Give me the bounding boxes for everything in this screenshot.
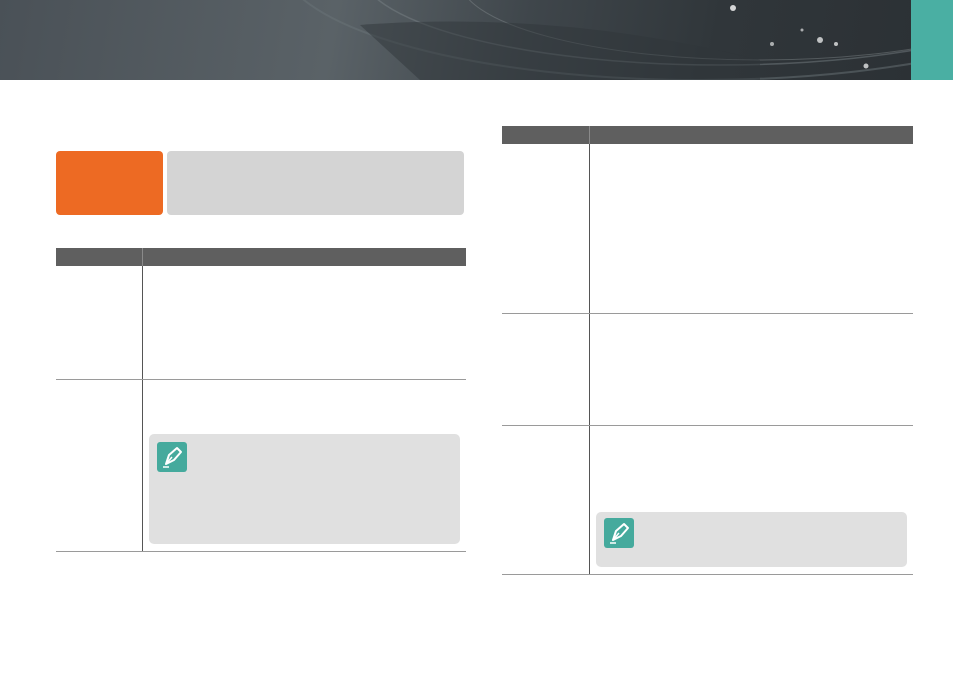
left-table-row-separator — [56, 379, 466, 380]
right-table-bottom-border — [502, 574, 913, 575]
chapter-tab[interactable] — [911, 0, 953, 80]
section-label-box — [56, 151, 163, 215]
pen-note-icon — [604, 518, 634, 548]
right-table-note — [596, 512, 907, 567]
right-table — [502, 126, 913, 575]
header-decoration — [302, 0, 953, 80]
header-banner — [0, 0, 953, 80]
left-table — [56, 248, 466, 552]
right-table-row-separator — [502, 425, 913, 426]
right-table-header — [502, 126, 913, 144]
pen-note-icon — [157, 442, 187, 472]
section-description-box — [167, 151, 464, 215]
left-table-bottom-border — [56, 551, 466, 552]
left-table-note — [149, 434, 460, 544]
right-table-column-divider — [589, 144, 590, 575]
left-table-header — [56, 248, 466, 266]
left-table-column-divider — [142, 266, 143, 552]
right-table-row-separator — [502, 313, 913, 314]
